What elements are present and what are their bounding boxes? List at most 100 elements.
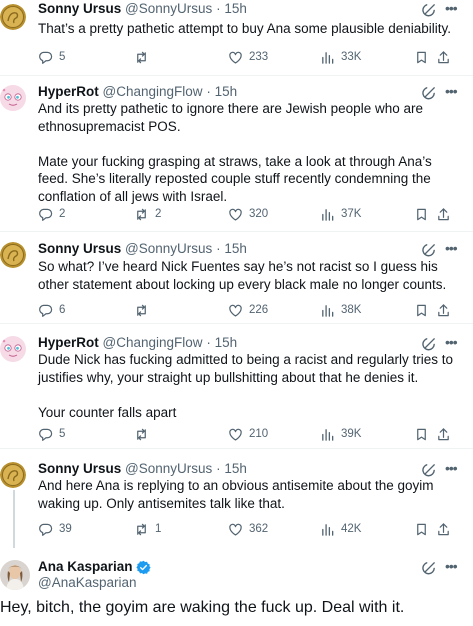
user-handle[interactable]: @SonnyUrsus [125,461,212,476]
reply-tweet[interactable]: HyperRot @ChangingFlow · 15h ••• And its… [0,83,473,230]
separator: · [216,461,221,476]
reply-icon [39,51,53,64]
reply-button[interactable]: 6 [38,301,65,319]
reply-button[interactable]: 2 [38,205,65,223]
more-icon[interactable]: ••• [445,461,461,477]
views-icon [322,51,334,64]
share-icon [438,427,449,440]
timestamp[interactable]: 15h [224,241,247,256]
tweet-header: HyperRot @ChangingFlow · 15h [38,83,433,101]
reply-count: 5 [59,51,66,63]
grok-icon[interactable] [422,336,437,351]
reply-tweet[interactable]: Sonny Ursus @SonnyUrsus · 15h ••• And he… [0,460,473,540]
like-button[interactable]: 320 [228,205,268,223]
like-count: 362 [249,523,269,535]
heart-icon [229,51,242,64]
reply-count: 5 [59,428,66,440]
bookmark-button[interactable] [414,425,435,443]
like-count: 233 [249,51,269,63]
views-icon [322,304,334,317]
avatar[interactable] [0,85,26,111]
avatar[interactable] [0,242,26,268]
grok-icon[interactable] [422,2,437,17]
avatar[interactable] [0,336,26,362]
avatar[interactable] [0,462,26,488]
share-button[interactable] [436,205,457,223]
share-icon [438,303,449,316]
divider [0,323,473,324]
reply-icon [39,208,53,221]
views-button[interactable]: 39K [320,425,361,443]
views-count: 39K [341,428,362,440]
divider [0,75,473,76]
heart-icon [229,428,242,441]
avatar[interactable] [0,560,30,590]
grok-icon[interactable] [422,560,437,575]
reply-button[interactable]: 5 [38,425,65,443]
separator: · [206,84,211,99]
display-name[interactable]: Sonny Ursus [38,1,121,16]
share-button[interactable] [436,520,457,538]
retweet-button[interactable] [134,301,155,319]
grok-icon[interactable] [422,85,437,100]
user-handle[interactable]: @SonnyUrsus [125,241,212,256]
more-icon[interactable]: ••• [445,1,461,17]
retweet-button[interactable] [134,48,155,66]
views-count: 38K [341,304,362,316]
timestamp[interactable]: 15h [224,461,247,476]
views-button[interactable]: 42K [320,520,361,538]
views-button[interactable]: 33K [320,48,361,66]
more-icon[interactable]: ••• [445,84,461,100]
avatar[interactable] [0,4,26,30]
share-button[interactable] [436,425,457,443]
like-button[interactable]: 210 [228,425,268,443]
user-handle[interactable]: @SonnyUrsus [125,1,212,16]
more-icon[interactable]: ••• [445,335,461,351]
tweet-header: Sonny Ursus @SonnyUrsus · 15h [38,240,433,258]
user-handle[interactable]: @ChangingFlow [103,84,203,99]
heart-icon [229,523,242,536]
reply-button[interactable]: 39 [38,520,72,538]
more-icon[interactable]: ••• [445,241,461,257]
tweet-text: And its pretty pathetic to ignore there … [38,100,459,205]
grok-icon[interactable] [422,242,437,257]
tweet-text: So what? I’ve heard Nick Fuentes say he’… [38,258,459,293]
timestamp[interactable]: 15h [215,84,238,99]
reply-icon [39,523,53,536]
like-button[interactable]: 362 [228,520,268,538]
bookmark-button[interactable] [414,520,435,538]
bookmark-button[interactable] [414,48,435,66]
user-handle[interactable]: @AnaKasparian [38,574,137,592]
retweet-button[interactable]: 2 [134,205,161,223]
retweet-icon [137,304,146,316]
like-button[interactable]: 226 [228,301,268,319]
display-name[interactable]: HyperRot [38,84,99,99]
display-name[interactable]: HyperRot [38,335,99,350]
display-name[interactable]: Sonny Ursus [38,241,121,256]
like-button[interactable]: 233 [228,48,268,66]
user-handle[interactable]: @ChangingFlow [103,335,203,350]
more-icon[interactable]: ••• [445,559,461,575]
display-name[interactable]: Sonny Ursus [38,461,121,476]
share-button[interactable] [436,301,457,319]
tweet-actions: 5 210 39K [38,425,461,443]
divider [0,448,473,449]
verified-badge-icon[interactable] [135,560,151,575]
bookmark-button[interactable] [414,301,435,319]
reply-tweet[interactable]: Sonny Ursus @SonnyUrsus · 15h ••• So wha… [0,240,473,323]
tweet-actions: 5 233 33K [38,48,461,66]
retweet-button[interactable] [134,425,155,443]
retweet-button[interactable]: 1 [134,520,161,538]
bookmark-button[interactable] [414,205,435,223]
views-button[interactable]: 37K [320,205,361,223]
reply-tweet[interactable]: Sonny Ursus @SonnyUrsus · 15h ••• That’s… [0,0,473,75]
grok-icon[interactable] [422,462,437,477]
timestamp[interactable]: 15h [224,1,247,16]
tweet-paragraph: Your counter falls apart [38,404,177,420]
reply-icon [39,428,53,441]
share-button[interactable] [436,48,457,66]
reply-tweet[interactable]: HyperRot @ChangingFlow · 15h ••• Dude Ni… [0,334,473,446]
reply-button[interactable]: 5 [38,48,65,66]
timestamp[interactable]: 15h [215,335,238,350]
views-button[interactable]: 38K [320,301,361,319]
